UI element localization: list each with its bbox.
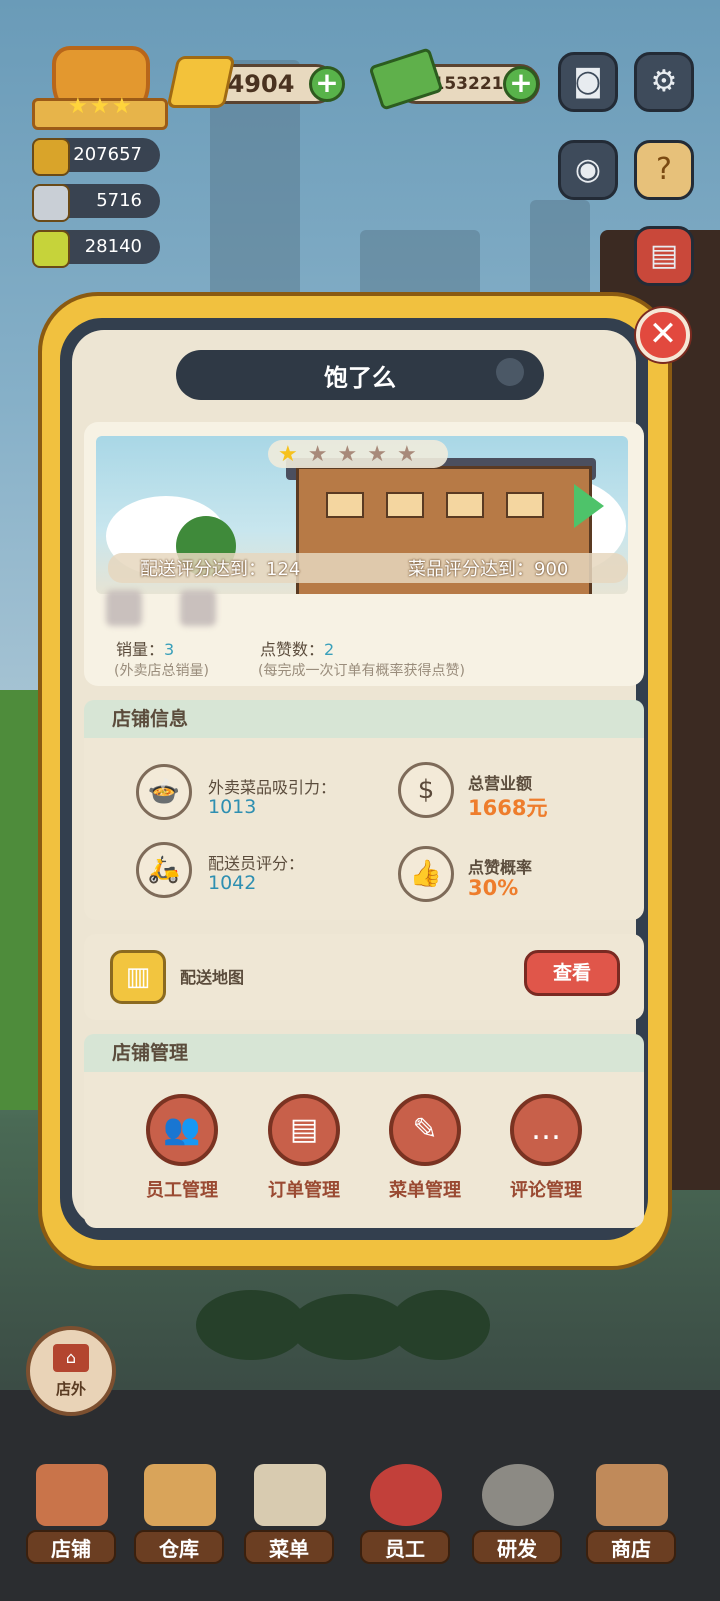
stat-label: 外卖菜品吸引力： (208, 778, 337, 797)
store-mgmt-header: 店铺管理 (84, 1034, 644, 1072)
likes-stat: 点赞数：2 (260, 640, 335, 659)
stat-label: 配送员评分： (208, 854, 305, 873)
menu-nav-icon[interactable] (254, 1464, 326, 1526)
comment-management-label[interactable]: 评论管理 (486, 1176, 606, 1202)
shop-nav-icon[interactable] (36, 1464, 108, 1526)
nav-research[interactable]: 研发 (472, 1530, 562, 1564)
star-icon: ★ (68, 94, 88, 119)
stat-value: 30% (468, 876, 519, 900)
staff-management-label[interactable]: 员工管理 (122, 1176, 242, 1202)
rename-icon[interactable] (496, 358, 524, 386)
background-lawn (0, 690, 40, 1110)
storefront-icon: ⌂ (53, 1344, 89, 1372)
menu-clipboard-icon[interactable]: ✎ (389, 1094, 461, 1166)
delivery-scooter-icon: 🛵 (136, 842, 192, 898)
book-icon[interactable]: ? (634, 140, 694, 200)
add-cash-button[interactable]: + (503, 66, 539, 102)
outside-label: 店外 (55, 1380, 86, 1398)
star-icon: ★ (278, 441, 298, 467)
gear-icon[interactable]: ⚙ (634, 52, 694, 112)
comment-icon[interactable]: … (510, 1094, 582, 1166)
store-info-header: 店铺信息 (84, 700, 644, 738)
menu-management-label[interactable]: 菜单管理 (365, 1176, 485, 1202)
nav-warehouse[interactable]: 仓库 (134, 1530, 224, 1564)
warehouse-nav-icon[interactable] (144, 1464, 216, 1526)
star-icon: ★ (90, 94, 110, 119)
blurred-item (180, 590, 216, 626)
star-icon: ★ (307, 441, 328, 467)
food-resource-icon (32, 138, 70, 176)
sales-stat: 销量：3 (116, 640, 175, 659)
stat-value: 1042 (208, 872, 257, 894)
shop-nav-icon[interactable] (596, 1464, 668, 1526)
order-icon[interactable]: ▤ (268, 1094, 340, 1166)
book-resource-icon (32, 230, 70, 268)
stat-label: 点赞概率 (468, 858, 533, 877)
delivery-goal: 配送评分达到：124 (140, 559, 301, 580)
money-bag-icon: $ (398, 762, 454, 818)
store-star-rating: ★ ★ ★ ★ ★ (268, 440, 448, 468)
delivery-map-label: 配送地图 (180, 968, 245, 987)
next-store-arrow-icon[interactable] (574, 484, 604, 528)
star-icon: ★ (367, 441, 387, 467)
staff-nav-icon[interactable] (370, 1464, 442, 1526)
gem-icon (166, 56, 236, 108)
nav-shop[interactable]: 商店 (586, 1530, 676, 1564)
map-icon: ▥ (110, 950, 166, 1004)
star-icon: ★ (112, 94, 132, 119)
star-icon: ★ (337, 441, 358, 467)
stat-value: 1668元 (468, 796, 548, 820)
nav-staff[interactable]: 员工 (360, 1530, 450, 1564)
food-plate-icon: 🍲 (136, 764, 192, 820)
add-gems-button[interactable]: + (309, 66, 345, 102)
stat-value: 1013 (208, 796, 257, 818)
camera-icon[interactable]: ◙ (558, 52, 618, 112)
blurred-item (106, 590, 142, 626)
staff-icon[interactable]: 👥 (146, 1094, 218, 1166)
nav-menu[interactable]: 菜单 (244, 1530, 334, 1564)
helmet-resource-icon (32, 184, 70, 222)
research-nav-icon[interactable] (482, 1464, 554, 1526)
eye-icon[interactable]: ◉ (558, 140, 618, 200)
dialog-title: 饱了么 (176, 350, 544, 400)
stat-label: 总营业额 (468, 774, 533, 793)
view-map-button[interactable]: 查看 (524, 950, 620, 996)
likes-note: (每完成一次订单有概率获得点赞) (258, 663, 465, 679)
close-icon[interactable]: ✕ (636, 308, 690, 362)
recipe-book-icon[interactable]: ▤ (634, 226, 694, 286)
nav-store[interactable]: 店铺 (26, 1530, 116, 1564)
thumbs-up-icon: 👍 (398, 846, 454, 902)
upgrade-goal-strip: 配送评分达到：124 菜品评分达到：900 (108, 553, 628, 583)
background-bush (390, 1290, 490, 1360)
star-icon: ★ (396, 441, 417, 467)
dish-goal: 菜品评分达到：900 (408, 559, 569, 580)
sales-note: (外卖店总销量) (114, 663, 209, 679)
rank-badge[interactable]: ★ ★ ★ (32, 46, 168, 130)
order-management-label[interactable]: 订单管理 (244, 1176, 364, 1202)
